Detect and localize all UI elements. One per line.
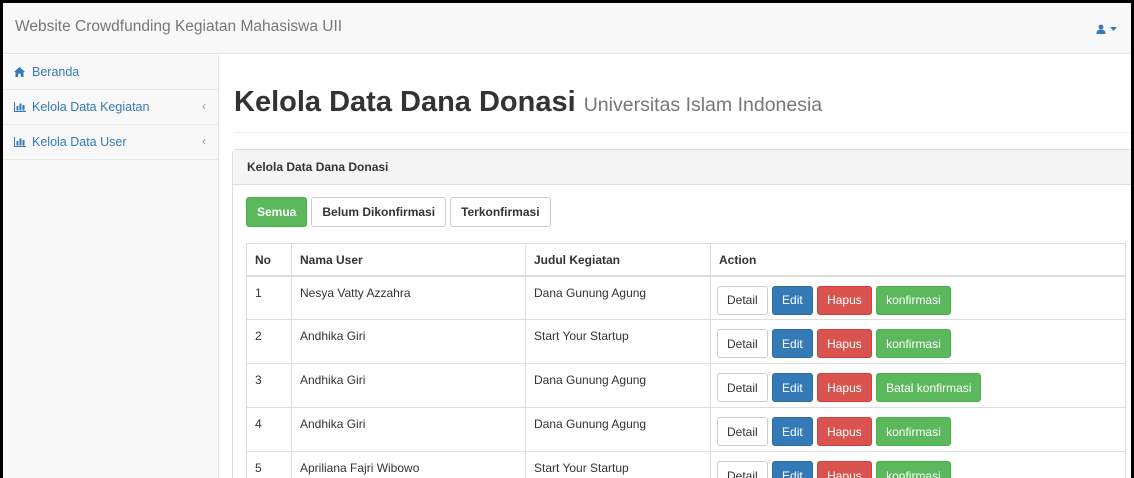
sidebar-item-kelola-data-user[interactable]: Kelola Data User ‹ [3, 125, 218, 160]
bar-chart-icon [14, 102, 28, 112]
hapus-button[interactable]: Hapus [817, 329, 872, 358]
table-row: 3 Andhika Giri Dana Gunung Agung Detail … [246, 363, 1126, 408]
cell-no: 5 [246, 451, 292, 478]
caret-down-icon [1110, 27, 1117, 31]
cell-nama-user: Andhika Giri [291, 407, 526, 452]
detail-button[interactable]: Detail [717, 329, 768, 358]
cell-action: Detail Edit Hapus konfirmasi [710, 407, 1126, 452]
table-row: 2 Andhika Giri Start Your Startup Detail… [246, 319, 1126, 364]
hapus-button[interactable]: Hapus [817, 417, 872, 446]
user-icon [1096, 24, 1106, 34]
detail-button[interactable]: Detail [717, 373, 768, 402]
hapus-button[interactable]: Hapus [817, 373, 872, 402]
cell-no: 2 [246, 319, 292, 364]
column-header-no: No [246, 243, 292, 277]
tab-semua[interactable]: Semua [246, 197, 308, 227]
page-title-text: Kelola Data Dana Donasi [234, 86, 576, 118]
page-subtitle: Universitas Islam Indonesia [583, 94, 823, 116]
brand-title[interactable]: Website Crowdfunding Kegiatan Mahasiswa … [15, 18, 342, 36]
cell-no: 1 [246, 275, 292, 320]
sidebar-item-label: Beranda [32, 65, 80, 79]
detail-button[interactable]: Detail [717, 417, 768, 446]
konfirmasi-button[interactable]: konfirmasi [876, 417, 951, 446]
sidebar-item-label: Kelola Data User [32, 135, 127, 149]
cell-action: Detail Edit Hapus konfirmasi [710, 451, 1126, 478]
cell-nama-user: Apriliana Fajri Wibowo [291, 451, 526, 478]
donation-panel: Kelola Data Dana Donasi Semua Belum Diko… [232, 149, 1131, 478]
edit-button[interactable]: Edit [772, 461, 813, 478]
page-header: Kelola Data Dana Donasi Universitas Isla… [234, 85, 1131, 133]
tab-terkonfirmasi[interactable]: Terkonfirmasi [450, 197, 551, 227]
batal-konfirmasi-button[interactable]: Batal konfirmasi [876, 373, 982, 402]
sidebar-item-kelola-data-kegiatan[interactable]: Kelola Data Kegiatan ‹ [3, 90, 218, 125]
cell-no: 3 [246, 363, 292, 408]
cell-judul-kegiatan: Dana Gunung Agung [525, 363, 711, 408]
chevron-left-icon: ‹ [202, 134, 206, 148]
konfirmasi-button[interactable]: konfirmasi [876, 329, 951, 358]
panel-heading: Kelola Data Dana Donasi [233, 150, 1131, 185]
edit-button[interactable]: Edit [772, 373, 813, 402]
column-header-action: Action [710, 243, 1126, 277]
cell-nama-user: Andhika Giri [291, 319, 526, 364]
filter-tabs: Semua Belum Dikonfirmasi Terkonfirmasi [246, 197, 551, 227]
detail-button[interactable]: Detail [717, 285, 768, 315]
sidebar-item-beranda[interactable]: Beranda [3, 55, 218, 90]
cell-action: Detail Edit Hapus Batal konfirmasi [710, 363, 1126, 408]
table-row: 1 Nesya Vatty Azzahra Dana Gunung Agung … [246, 275, 1126, 320]
table-row: 5 Apriliana Fajri Wibowo Start Your Star… [246, 451, 1126, 478]
edit-button[interactable]: Edit [772, 285, 813, 315]
cell-judul-kegiatan: Start Your Startup [525, 319, 711, 364]
cell-nama-user: Andhika Giri [291, 363, 526, 408]
top-navbar: Website Crowdfunding Kegiatan Mahasiswa … [3, 3, 1131, 54]
page-title: Kelola Data Dana Donasi Universitas Isla… [234, 85, 1131, 122]
table-header-row: No Nama User Judul Kegiatan Action [246, 243, 1126, 277]
home-icon [14, 67, 28, 77]
detail-button[interactable]: Detail [717, 461, 768, 478]
konfirmasi-button[interactable]: konfirmasi [876, 461, 951, 478]
cell-no: 4 [246, 407, 292, 452]
cell-judul-kegiatan: Dana Gunung Agung [525, 407, 711, 452]
bar-chart-icon [14, 137, 28, 147]
chevron-left-icon: ‹ [202, 99, 206, 113]
column-header-nama-user: Nama User [291, 243, 526, 277]
sidebar-item-label: Kelola Data Kegiatan [32, 100, 150, 114]
edit-button[interactable]: Edit [772, 417, 813, 446]
column-header-judul-kegiatan: Judul Kegiatan [525, 243, 711, 277]
sidebar: Beranda Kelola Data Kegiatan ‹ Kelola Da… [3, 55, 219, 478]
cell-action: Detail Edit Hapus konfirmasi [710, 319, 1126, 364]
table-row: 4 Andhika Giri Dana Gunung Agung Detail … [246, 407, 1126, 452]
cell-judul-kegiatan: Dana Gunung Agung [525, 275, 711, 320]
tab-belum-dikonfirmasi[interactable]: Belum Dikonfirmasi [311, 197, 447, 227]
cell-judul-kegiatan: Start Your Startup [525, 451, 711, 478]
donation-table: No Nama User Judul Kegiatan Action 1 Nes… [246, 243, 1126, 478]
hapus-button[interactable]: Hapus [817, 461, 872, 478]
app-window: Website Crowdfunding Kegiatan Mahasiswa … [0, 0, 1134, 478]
konfirmasi-button[interactable]: konfirmasi [876, 285, 951, 315]
hapus-button[interactable]: Hapus [817, 285, 872, 315]
cell-action: Detail Edit Hapus konfirmasi [710, 275, 1126, 320]
cell-nama-user: Nesya Vatty Azzahra [291, 275, 526, 320]
edit-button[interactable]: Edit [772, 329, 813, 358]
user-menu[interactable] [1096, 24, 1117, 34]
